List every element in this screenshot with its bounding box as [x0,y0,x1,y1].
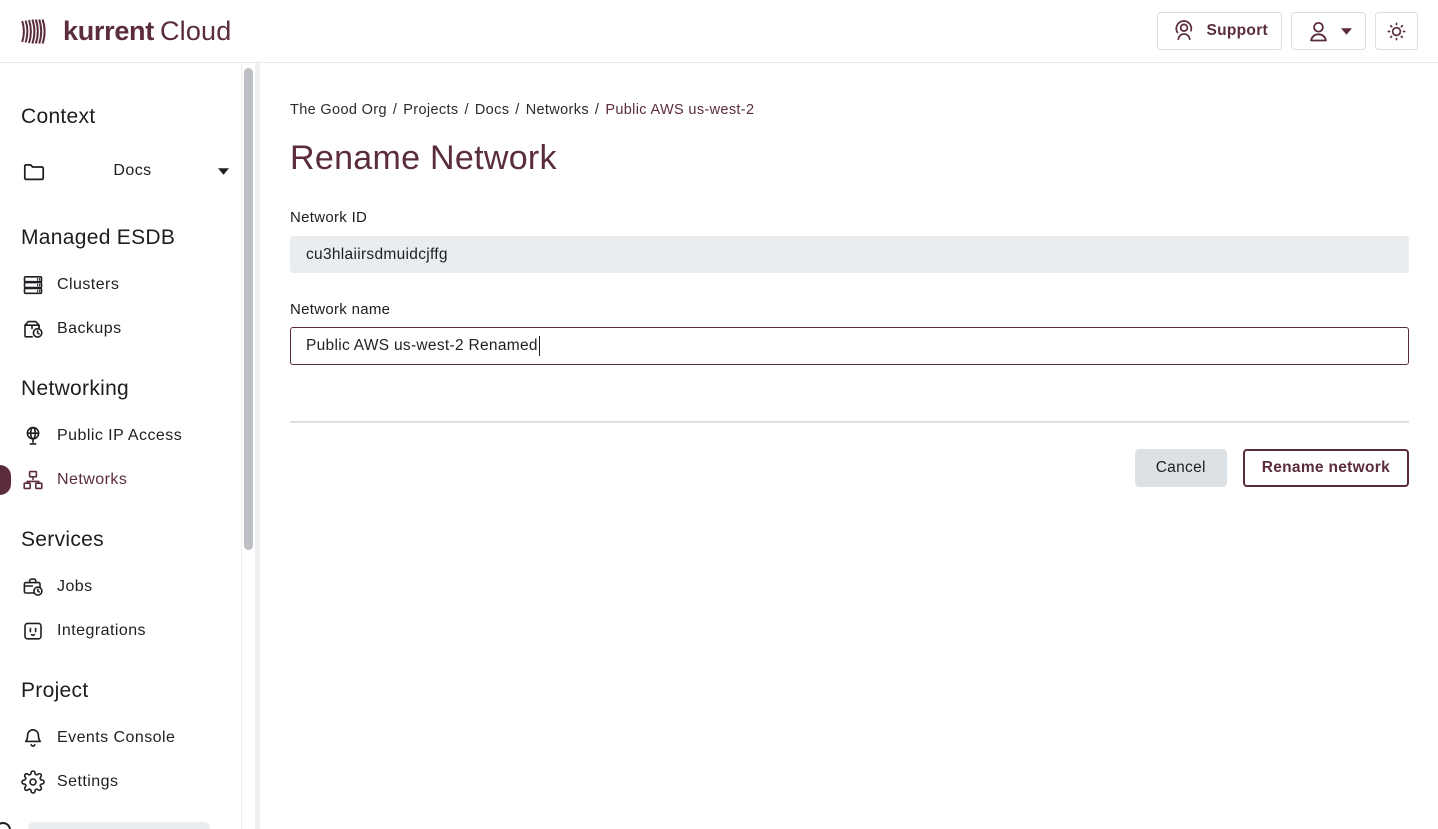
sidebar-heading-project: Project [21,679,241,703]
context-selector-value: Docs [47,162,218,180]
partial-icon [0,822,11,829]
backups-icon [21,317,45,341]
sidebar-item-label: Settings [57,773,118,791]
sidebar-item-label: Networks [57,471,127,489]
active-item-indicator [0,465,11,495]
form-divider [290,421,1409,423]
sidebar-bottom-partial-item [28,822,210,829]
rename-network-button[interactable]: Rename network [1243,449,1409,487]
sidebar-item-backups[interactable]: Backups [21,307,241,351]
support-button[interactable]: Support [1157,12,1282,50]
breadcrumb-separator: / [595,102,599,118]
caret-down-icon [1341,28,1352,35]
sidebar-item-label: Jobs [57,578,93,596]
sidebar-item-settings[interactable]: Settings [21,760,241,804]
sidebar-item-networks[interactable]: Networks [21,458,241,502]
breadcrumb-separator: / [393,102,397,118]
network-name-value: Public AWS us-west-2 Renamed [306,337,538,355]
sidebar-heading-networking: Networking [21,377,241,401]
sidebar-heading-services: Services [21,528,241,552]
globe-stand-icon [21,424,45,448]
form-actions: Cancel Rename network [290,449,1409,487]
folder-icon [21,158,47,184]
sidebar-scrollbar [242,63,255,829]
kurrent-cloud-logo[interactable]: kurrentCloud [20,15,231,47]
breadcrumb-projects[interactable]: Projects [403,102,458,118]
network-id-field [290,236,1409,273]
sidebar-item-label: Events Console [57,729,175,747]
network-name-input[interactable]: Public AWS us-west-2 Renamed [290,327,1409,365]
brand-name: kurrent [63,16,154,46]
breadcrumb-current: Public AWS us-west-2 [605,102,754,118]
breadcrumb-networks[interactable]: Networks [526,102,589,118]
sidebar-item-clusters[interactable]: Clusters [21,263,241,307]
context-selector-docs[interactable]: Docs [21,146,241,196]
support-label: Support [1206,22,1268,40]
sidebar-item-jobs[interactable]: Jobs [21,565,241,609]
sidebar-item-label: Clusters [57,276,119,294]
sidebar-item-label: Integrations [57,622,146,640]
sidebar-scrollbar-thumb[interactable] [244,68,253,550]
gear-icon [21,770,45,794]
main-content: The Good Org / Projects / Docs / Networks / Publ… [255,63,1438,829]
outlet-icon [21,619,45,643]
support-agent-icon [1171,18,1197,44]
theme-toggle-button[interactable] [1375,12,1418,50]
clusters-icon [21,273,45,297]
network-tree-icon [21,468,45,492]
logo-text: kurrentCloud [63,16,231,47]
breadcrumb-project-docs[interactable]: Docs [475,102,509,118]
text-cursor [539,336,541,356]
network-name-label: Network name [290,301,1409,318]
user-menu-button[interactable] [1291,12,1366,50]
sidebar-item-label: Public IP Access [57,427,182,445]
cancel-button[interactable]: Cancel [1135,449,1227,487]
sidebar-item-public-ip-access[interactable]: Public IP Access [21,414,241,458]
sidebar-item-events-console[interactable]: Events Console [21,716,241,760]
breadcrumb: The Good Org / Projects / Docs / Networks / Publ… [290,102,1409,118]
breadcrumb-separator: / [515,102,519,118]
sidebar-item-integrations[interactable]: Integrations [21,609,241,653]
app-header: kurrentCloud Support [0,0,1438,63]
sidebar-item-label: Backups [57,320,122,338]
bell-icon [21,726,45,750]
network-id-label: Network ID [290,209,1409,226]
user-icon [1305,18,1332,45]
sun-icon [1384,19,1409,44]
sidebar-heading-context: Context [21,105,241,129]
sidebar: Context Docs Managed ESDB Clusters [0,63,242,829]
sidebar-heading-managed-esdb: Managed ESDB [21,226,241,250]
caret-down-icon [218,168,229,175]
kurrent-logo-mark [20,15,54,47]
brand-suffix: Cloud [160,16,232,46]
briefcase-clock-icon [21,575,45,599]
page-title: Rename Network [290,139,1409,178]
breadcrumb-org[interactable]: The Good Org [290,102,387,118]
breadcrumb-separator: / [464,102,468,118]
